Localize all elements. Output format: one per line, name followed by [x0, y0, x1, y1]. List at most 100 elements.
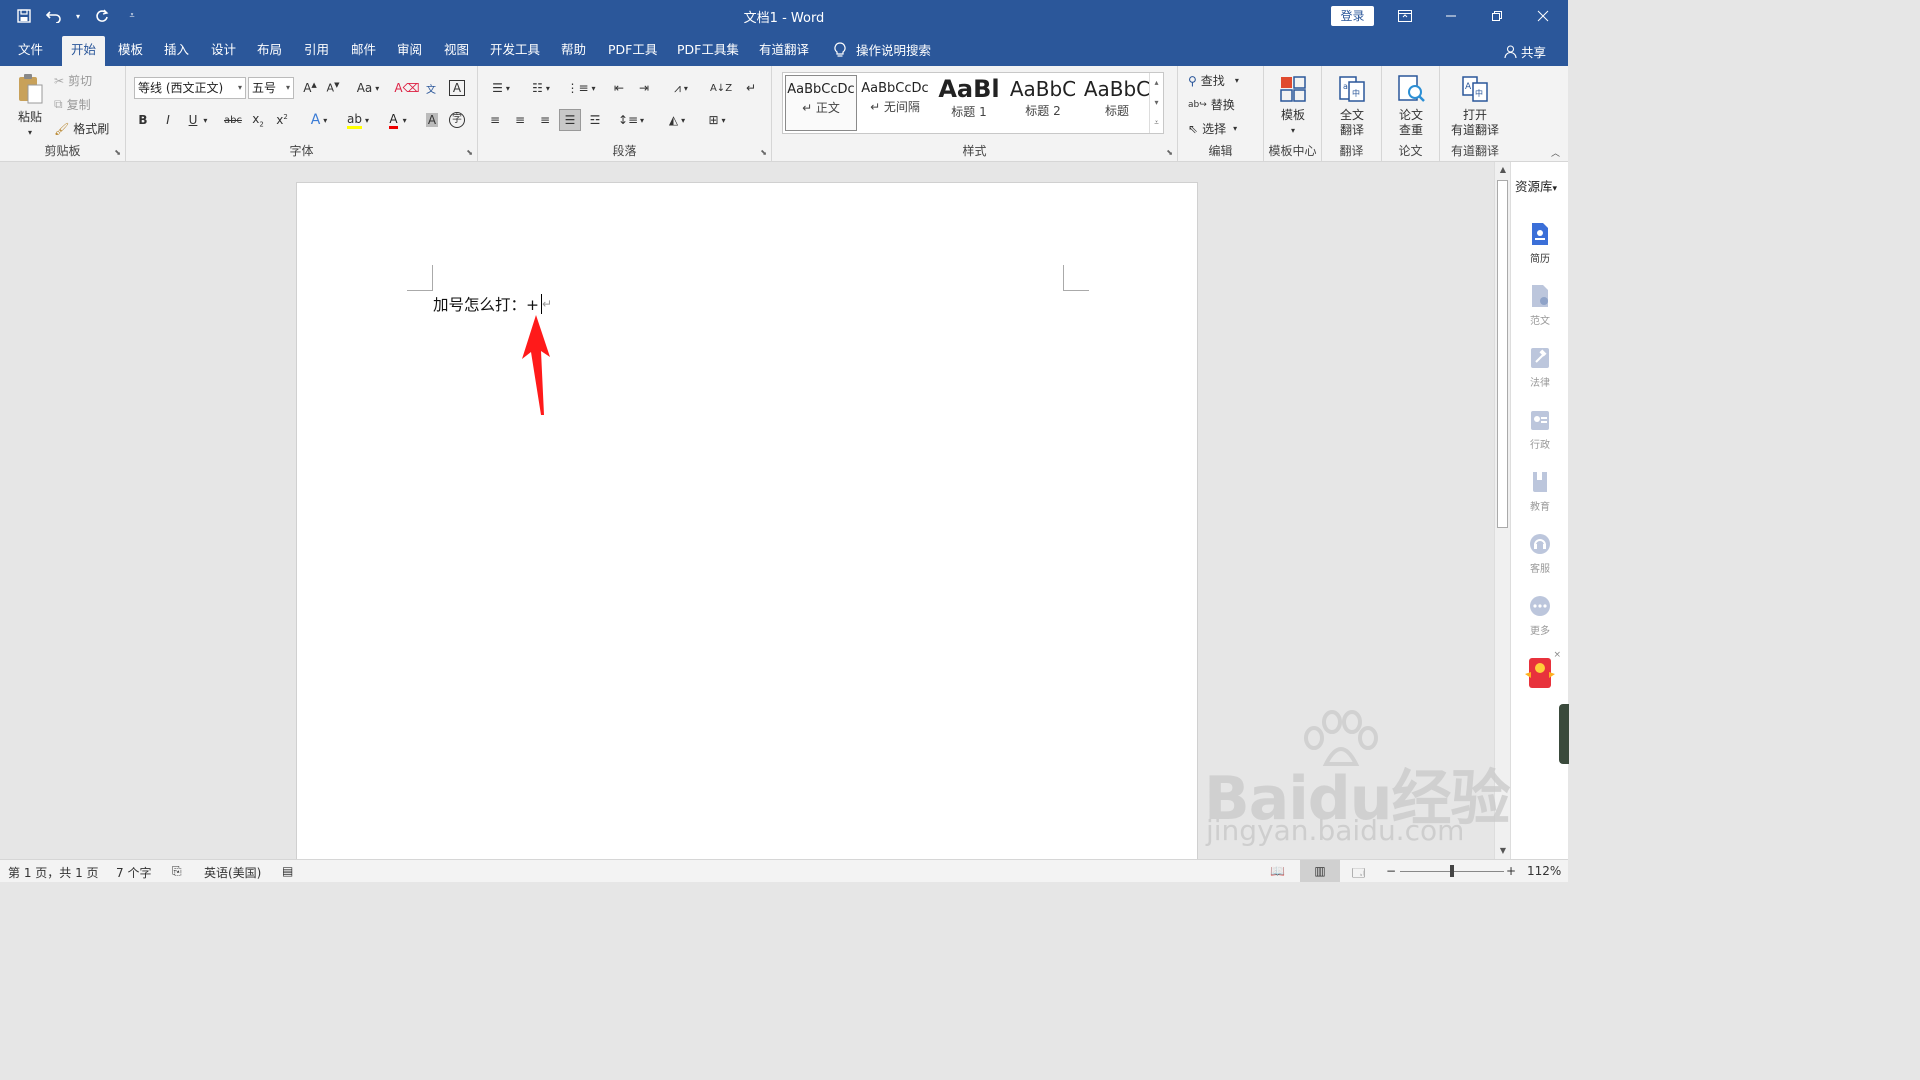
- side-item-more[interactable]: 更多: [1511, 594, 1569, 637]
- asian-layout-button[interactable]: ⩘ ▾: [664, 77, 698, 99]
- language-indicator[interactable]: 英语(美国): [204, 864, 261, 881]
- enclose-characters-button[interactable]: 字: [446, 109, 468, 131]
- tab-review[interactable]: 审阅: [388, 36, 431, 66]
- close-promo-icon[interactable]: ×: [1553, 650, 1561, 660]
- tab-youdao-translate[interactable]: 有道翻译: [750, 36, 818, 66]
- read-mode-icon[interactable]: 📖: [1270, 864, 1285, 878]
- document-page[interactable]: 加号怎么打：+ ↵: [296, 182, 1198, 862]
- clear-formatting-button[interactable]: A⌫: [394, 77, 419, 99]
- side-item-education[interactable]: 教育: [1511, 470, 1569, 513]
- styles-launcher-icon[interactable]: ⬊: [1166, 148, 1173, 157]
- highlight-button[interactable]: ab ▾: [341, 109, 375, 131]
- font-size-select[interactable]: 五号 ▾: [248, 77, 294, 99]
- character-shading-button[interactable]: A: [421, 109, 443, 131]
- template-button[interactable]: 模板 ▾: [1264, 74, 1322, 138]
- find-button[interactable]: ⚲ 查找 ▾: [1188, 72, 1239, 89]
- share-button[interactable]: 共享: [1504, 42, 1546, 61]
- side-item-law[interactable]: 法律: [1511, 346, 1569, 389]
- restore-button[interactable]: [1474, 0, 1520, 32]
- zoom-out-icon[interactable]: −: [1386, 864, 1396, 878]
- scroll-up-icon[interactable]: ▲: [1495, 162, 1511, 178]
- tab-home[interactable]: 开始: [62, 36, 106, 66]
- minimize-button[interactable]: [1428, 0, 1474, 32]
- tab-view[interactable]: 视图: [435, 36, 478, 66]
- word-count[interactable]: 7 个字: [116, 864, 151, 881]
- zoom-level[interactable]: 112%: [1527, 864, 1561, 878]
- chevron-up-icon[interactable]: ▴: [1150, 73, 1163, 93]
- shading-button[interactable]: ◭ ▾: [660, 109, 694, 131]
- style-title[interactable]: AaBbC 标题: [1081, 75, 1153, 131]
- side-item-admin[interactable]: 行政: [1511, 408, 1569, 451]
- ribbon-display-options-button[interactable]: [1382, 0, 1428, 32]
- tab-help[interactable]: 帮助: [552, 36, 595, 66]
- tab-design[interactable]: 设计: [202, 36, 245, 66]
- login-button[interactable]: 登录: [1331, 6, 1374, 26]
- paste-button[interactable]: 粘贴 ▾: [10, 72, 50, 140]
- tab-layout[interactable]: 布局: [248, 36, 291, 66]
- scroll-down-icon[interactable]: ▼: [1495, 843, 1511, 859]
- show-hide-marks-button[interactable]: ↵: [740, 77, 762, 99]
- superscript-button[interactable]: x2: [271, 109, 293, 131]
- save-icon[interactable]: [14, 6, 34, 26]
- change-case-button[interactable]: Aa ▾: [352, 77, 384, 99]
- align-right-button[interactable]: ≡: [534, 109, 556, 131]
- paper-check-button[interactable]: 论文 查重: [1382, 74, 1440, 138]
- strikethrough-button[interactable]: abc: [222, 109, 244, 131]
- side-item-resume[interactable]: 简历: [1511, 222, 1569, 265]
- underline-button[interactable]: U ▾: [182, 109, 214, 131]
- side-item-customer-service[interactable]: 客服: [1511, 532, 1569, 575]
- borders-button[interactable]: ⊞ ▾: [700, 109, 734, 131]
- decrease-indent-button[interactable]: ⇤: [608, 77, 630, 99]
- side-handle[interactable]: [1559, 704, 1569, 764]
- align-left-button[interactable]: ≡: [484, 109, 506, 131]
- subscript-button[interactable]: x2: [247, 109, 269, 131]
- character-border-button[interactable]: A: [446, 77, 468, 99]
- align-center-button[interactable]: ≡: [509, 109, 531, 131]
- vertical-scrollbar[interactable]: ▲ ▼: [1494, 162, 1510, 859]
- justify-button[interactable]: ☰: [559, 109, 581, 131]
- tab-pdf-tools[interactable]: PDF工具: [599, 36, 666, 66]
- style-no-spacing[interactable]: AaBbCcDc ↵ 无间隔: [859, 75, 931, 131]
- tab-references[interactable]: 引用: [295, 36, 338, 66]
- zoom-slider[interactable]: [1400, 865, 1504, 877]
- copy-button[interactable]: ⧉ 复制: [54, 96, 91, 113]
- tab-pdf-toolset[interactable]: PDF工具集: [668, 36, 748, 66]
- more-styles-icon[interactable]: ⩡: [1150, 113, 1163, 133]
- clipboard-launcher-icon[interactable]: ⬊: [114, 148, 121, 157]
- font-color-button[interactable]: A ▾: [381, 109, 415, 131]
- tab-insert[interactable]: 插入: [155, 36, 198, 66]
- undo-dropdown-icon[interactable]: ▾: [74, 6, 82, 26]
- increase-indent-button[interactable]: ⇥: [633, 77, 655, 99]
- open-youdao-button[interactable]: A中 打开 有道翻译: [1440, 74, 1510, 138]
- collapse-ribbon-icon[interactable]: ︿: [1551, 146, 1560, 159]
- resource-library-header[interactable]: 资源库▾: [1515, 176, 1557, 195]
- macro-record-icon[interactable]: ▤: [282, 864, 293, 878]
- zoom-slider-thumb[interactable]: [1450, 865, 1454, 877]
- style-normal[interactable]: AaBbCcDc ↵ 正文: [785, 75, 857, 131]
- document-line[interactable]: 加号怎么打：+ ↵: [433, 293, 552, 315]
- line-spacing-button[interactable]: ↕≡ ▾: [614, 109, 648, 131]
- numbering-button[interactable]: ☷ ▾: [524, 77, 558, 99]
- distributed-button[interactable]: ☲: [584, 109, 606, 131]
- phonetic-guide-button[interactable]: 文: [420, 77, 442, 99]
- close-button[interactable]: [1520, 0, 1566, 32]
- tell-me-search[interactable]: 操作说明搜索: [834, 40, 931, 59]
- font-launcher-icon[interactable]: ⬊: [466, 148, 473, 157]
- replace-button[interactable]: ab↪ 替换: [1188, 96, 1235, 113]
- tab-mailings[interactable]: 邮件: [342, 36, 385, 66]
- proofing-icon[interactable]: ⎘: [172, 864, 182, 879]
- font-name-select[interactable]: 等线 (西文正文) ▾: [134, 77, 246, 99]
- web-layout-icon[interactable]: 🗔: [1352, 864, 1365, 885]
- italic-button[interactable]: I: [157, 109, 179, 131]
- full-translate-button[interactable]: a中 全文 翻译: [1322, 74, 1382, 138]
- sort-button[interactable]: A↓Z: [710, 77, 732, 99]
- red-envelope-promo[interactable]: ×: [1523, 650, 1561, 690]
- multilevel-list-button[interactable]: ⋮≡ ▾: [564, 77, 598, 99]
- bold-button[interactable]: B: [132, 109, 154, 131]
- style-heading-2[interactable]: AaBbC 标题 2: [1007, 75, 1079, 131]
- redo-icon[interactable]: [92, 6, 112, 26]
- print-layout-icon[interactable]: ▥: [1300, 860, 1340, 882]
- chevron-down-icon[interactable]: ▾: [1150, 93, 1163, 113]
- zoom-in-icon[interactable]: +: [1506, 864, 1516, 878]
- cut-button[interactable]: ✂ 剪切: [54, 72, 92, 89]
